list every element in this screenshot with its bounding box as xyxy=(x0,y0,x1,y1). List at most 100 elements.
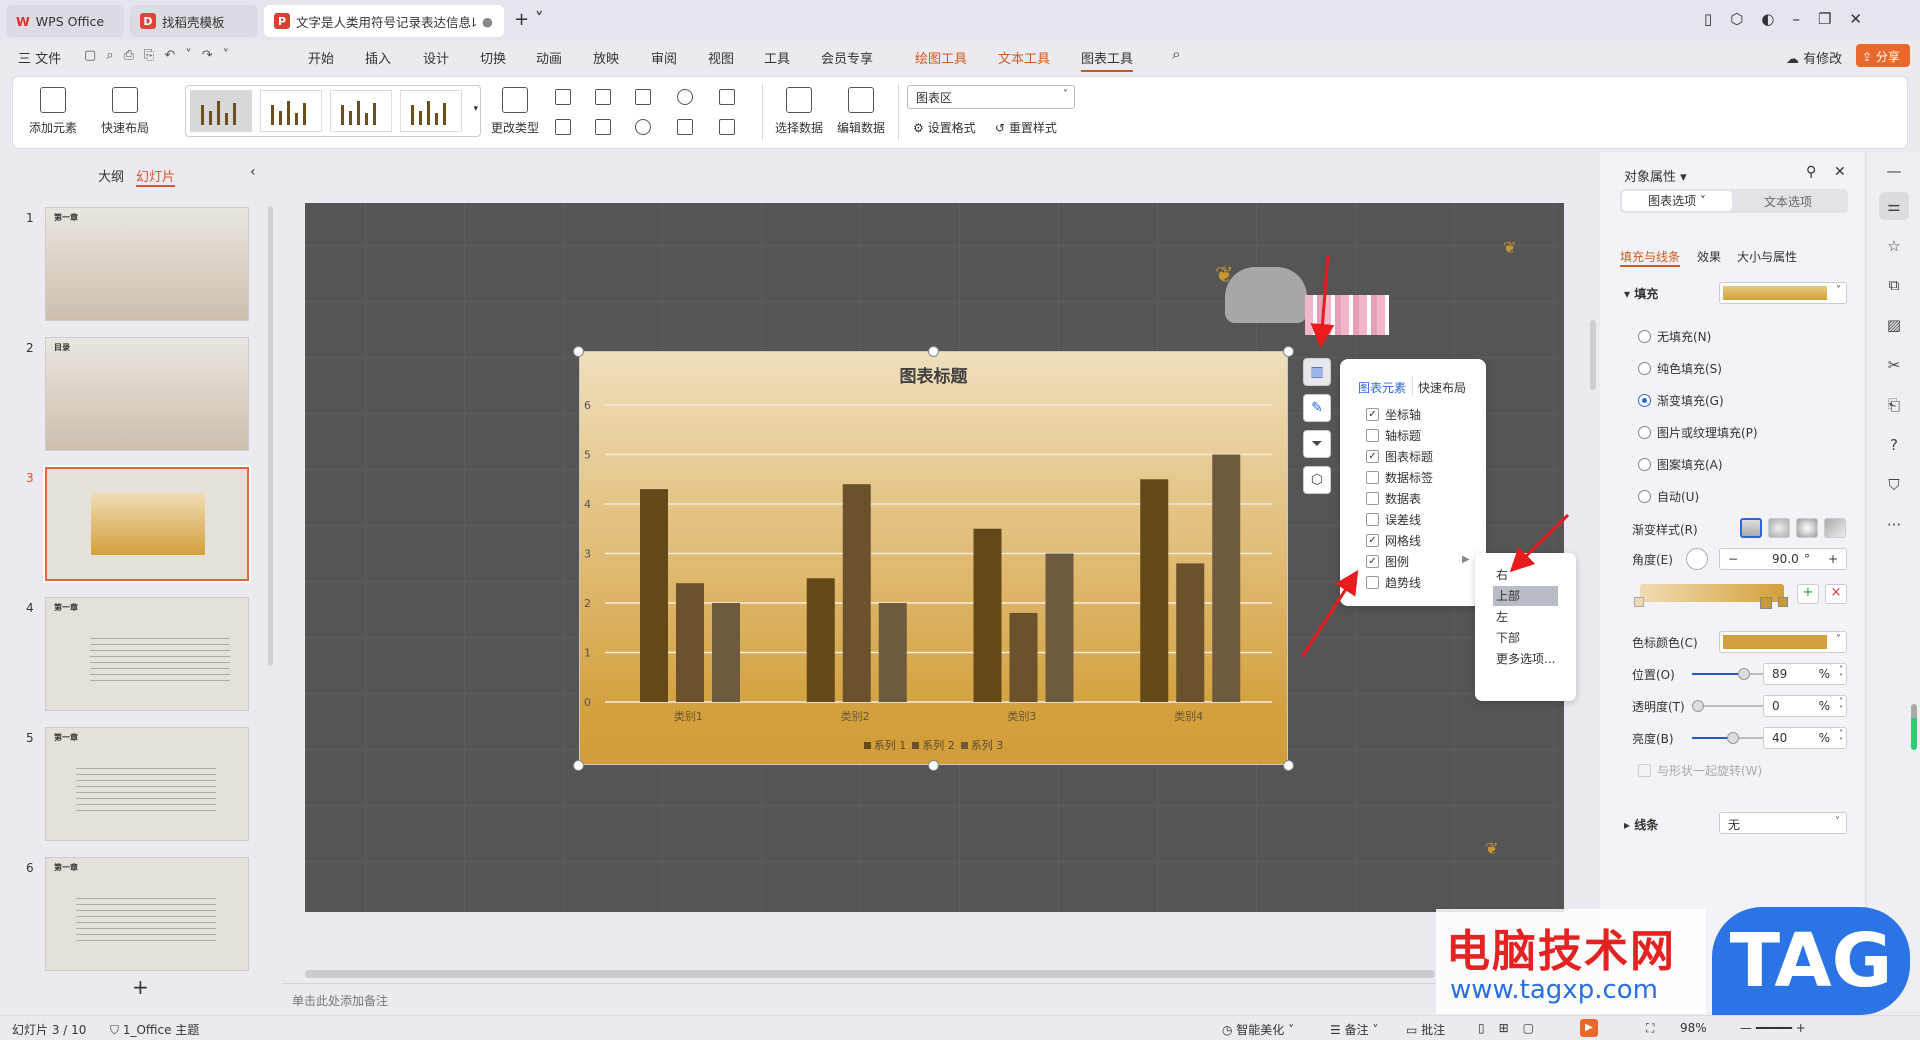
legend-item[interactable]: 系列 1 xyxy=(863,737,906,753)
menu-text-tools[interactable]: 文本工具 xyxy=(998,48,1050,67)
legend-position-option[interactable]: 左 xyxy=(1493,607,1558,627)
fill-option-radio[interactable]: 图案填充(A) xyxy=(1638,456,1723,473)
tab-wps-office[interactable]: W WPS Office xyxy=(6,5,124,37)
tab-docer[interactable]: D 找稻壳模板 xyxy=(130,5,258,37)
change-type-button[interactable]: 更改类型 xyxy=(491,87,539,136)
legend-position-option[interactable]: 上部 xyxy=(1493,586,1558,606)
tab-document[interactable]: P 文字是人类用符号记录表达信息以... ● xyxy=(264,5,504,37)
gradient-stop-selected[interactable] xyxy=(1760,597,1772,609)
chart-settings-button[interactable]: ⬡ xyxy=(1303,466,1331,494)
chart-element-select[interactable]: 图表区 ˅ xyxy=(907,85,1075,109)
notes-input[interactable]: 单击此处添加备注 xyxy=(292,992,388,1009)
menu-home[interactable]: 开始 xyxy=(308,48,334,67)
resize-handle[interactable] xyxy=(573,760,584,771)
resize-handle[interactable] xyxy=(573,346,584,357)
checkbox[interactable] xyxy=(1366,429,1379,442)
more-icon[interactable]: ··· xyxy=(1884,516,1904,536)
gradient-stop[interactable] xyxy=(1634,597,1644,607)
position-input[interactable]: 89% ˄ ˅ xyxy=(1763,663,1847,685)
decrement-icon[interactable]: − xyxy=(1728,552,1738,566)
brightness-input[interactable]: 40% ˄ ˅ xyxy=(1763,727,1847,749)
slide-thumbnail[interactable]: 第一章 xyxy=(45,597,249,711)
chart-legend[interactable]: 系列 1 系列 2 系列 3 xyxy=(580,737,1287,753)
gallery-more-icon[interactable]: ▾ xyxy=(473,104,478,114)
area-chart-icon[interactable] xyxy=(555,119,571,135)
checkbox-checked[interactable]: ✓ xyxy=(1366,555,1379,568)
fill-section-toggle[interactable]: ▾ 填充 xyxy=(1624,285,1658,302)
quick-access-icons[interactable]: ▢⌕⎙⎘↶˅↷˅ xyxy=(84,48,239,63)
quick-layout-button[interactable]: 快速布局 xyxy=(101,87,149,136)
subtab-effects[interactable]: 效果 xyxy=(1697,248,1721,265)
slide-thumbnail[interactable]: 第一章 xyxy=(45,207,249,321)
minimize-panel-icon[interactable]: — xyxy=(1884,162,1904,182)
resize-handle[interactable] xyxy=(1283,346,1294,357)
read-icon[interactable]: ⎗ xyxy=(1884,396,1904,416)
menu-review[interactable]: 审阅 xyxy=(651,48,677,67)
slide-thumbnail[interactable]: 第一章 xyxy=(45,727,249,841)
rotate-with-shape-checkbox[interactable]: 与形状一起旋转(W) xyxy=(1638,762,1762,779)
gradient-style-radial[interactable] xyxy=(1768,518,1790,538)
horizontal-bar-icon[interactable] xyxy=(595,89,611,105)
legend-position-option[interactable]: 右 xyxy=(1493,565,1558,585)
chart-style-3[interactable] xyxy=(330,90,392,132)
chart-elements-button[interactable]: ▥ xyxy=(1303,358,1331,386)
legend-item[interactable]: 系列 3 xyxy=(960,737,1003,753)
menu-animation[interactable]: 动画 xyxy=(536,48,562,67)
view-mode-buttons[interactable]: ▯⊞▢ xyxy=(1478,1021,1548,1035)
menu-insert[interactable]: 插入 xyxy=(365,48,391,67)
fill-option-radio[interactable]: 自动(U) xyxy=(1638,488,1699,505)
bubble-chart-icon[interactable] xyxy=(719,119,735,135)
close-icon[interactable]: ✕ xyxy=(1834,164,1846,180)
panel-scrollbar[interactable] xyxy=(268,206,273,666)
checkbox-checked[interactable]: ✓ xyxy=(1366,450,1379,463)
checkbox-checked[interactable]: ✓ xyxy=(1366,534,1379,547)
file-menu[interactable]: 三 文件 xyxy=(18,48,61,67)
search-icon[interactable]: ⌕ xyxy=(1172,45,1180,63)
checkbox[interactable] xyxy=(1366,576,1379,589)
notes-button[interactable]: ☰ 备注 ˅ xyxy=(1330,1021,1378,1038)
tab-quick-layout[interactable]: 快速布局 xyxy=(1418,379,1466,396)
scatter-chart-icon[interactable] xyxy=(677,119,693,135)
select-data-button[interactable]: 选择数据 xyxy=(775,87,823,136)
pie-chart-icon[interactable] xyxy=(635,119,651,135)
fill-option-radio[interactable]: 图片或纹理填充(P) xyxy=(1638,424,1758,441)
chart-element-3[interactable]: 数据标签 xyxy=(1366,469,1433,486)
table-chart-icon[interactable] xyxy=(719,89,735,105)
skin-icon[interactable]: ⛉ xyxy=(1884,476,1904,496)
gradient-stop[interactable] xyxy=(1778,597,1788,607)
menu-slideshow[interactable]: 放映 xyxy=(593,48,619,67)
play-button[interactable]: ▶ xyxy=(1580,1019,1598,1037)
chart-style-1[interactable] xyxy=(190,90,252,132)
line-section-toggle[interactable]: ▸ 线条 xyxy=(1624,816,1658,833)
checkbox-checked[interactable]: ✓ xyxy=(1366,408,1379,421)
chart-style-2[interactable] xyxy=(260,90,322,132)
subtab-fill-line[interactable]: 填充与线条 xyxy=(1620,248,1681,267)
slide-thumbnail[interactable]: 第一章 xyxy=(45,857,249,971)
menu-design[interactable]: 设计 xyxy=(423,48,449,67)
fill-option-radio[interactable]: 渐变填充(G) xyxy=(1638,392,1724,409)
tab-text-options[interactable]: 文本选项 xyxy=(1764,193,1812,210)
checkbox[interactable] xyxy=(1366,513,1379,526)
angle-input[interactable]: −90.0 ° + xyxy=(1719,548,1847,570)
chart-element-5[interactable]: 误差线 xyxy=(1366,511,1421,528)
resize-handle[interactable] xyxy=(928,346,939,357)
spinner-icon[interactable]: ˄ ˅ xyxy=(1839,666,1843,682)
chart-element-6[interactable]: ✓ 网格线 xyxy=(1366,532,1421,549)
angle-dial[interactable] xyxy=(1686,548,1708,570)
chart-element-1[interactable]: 轴标题 xyxy=(1366,427,1421,444)
fill-option-radio[interactable]: 纯色填充(S) xyxy=(1638,360,1722,377)
modified-indicator[interactable]: ☁ 有修改 xyxy=(1786,48,1842,67)
fill-color-dropdown[interactable]: ˅ xyxy=(1719,282,1847,304)
image-icon[interactable]: ▨ xyxy=(1884,316,1904,336)
checkbox[interactable] xyxy=(1366,492,1379,505)
remove-stop-icon[interactable]: × xyxy=(1825,584,1847,604)
new-tab-button[interactable]: + ˅ xyxy=(514,9,544,30)
edit-data-button[interactable]: 编辑数据 xyxy=(837,87,885,136)
checkbox[interactable] xyxy=(1366,471,1379,484)
share-button[interactable]: ⇪ 分享 xyxy=(1856,44,1910,67)
window-controls[interactable]: ▯⬡◐–❐✕ xyxy=(1704,10,1880,28)
add-slide-button[interactable]: + xyxy=(132,975,149,999)
gradient-style-rect[interactable] xyxy=(1796,518,1818,538)
horizontal-scrollbar[interactable] xyxy=(305,970,1435,978)
pin-icon[interactable]: ⚲ xyxy=(1806,164,1816,180)
